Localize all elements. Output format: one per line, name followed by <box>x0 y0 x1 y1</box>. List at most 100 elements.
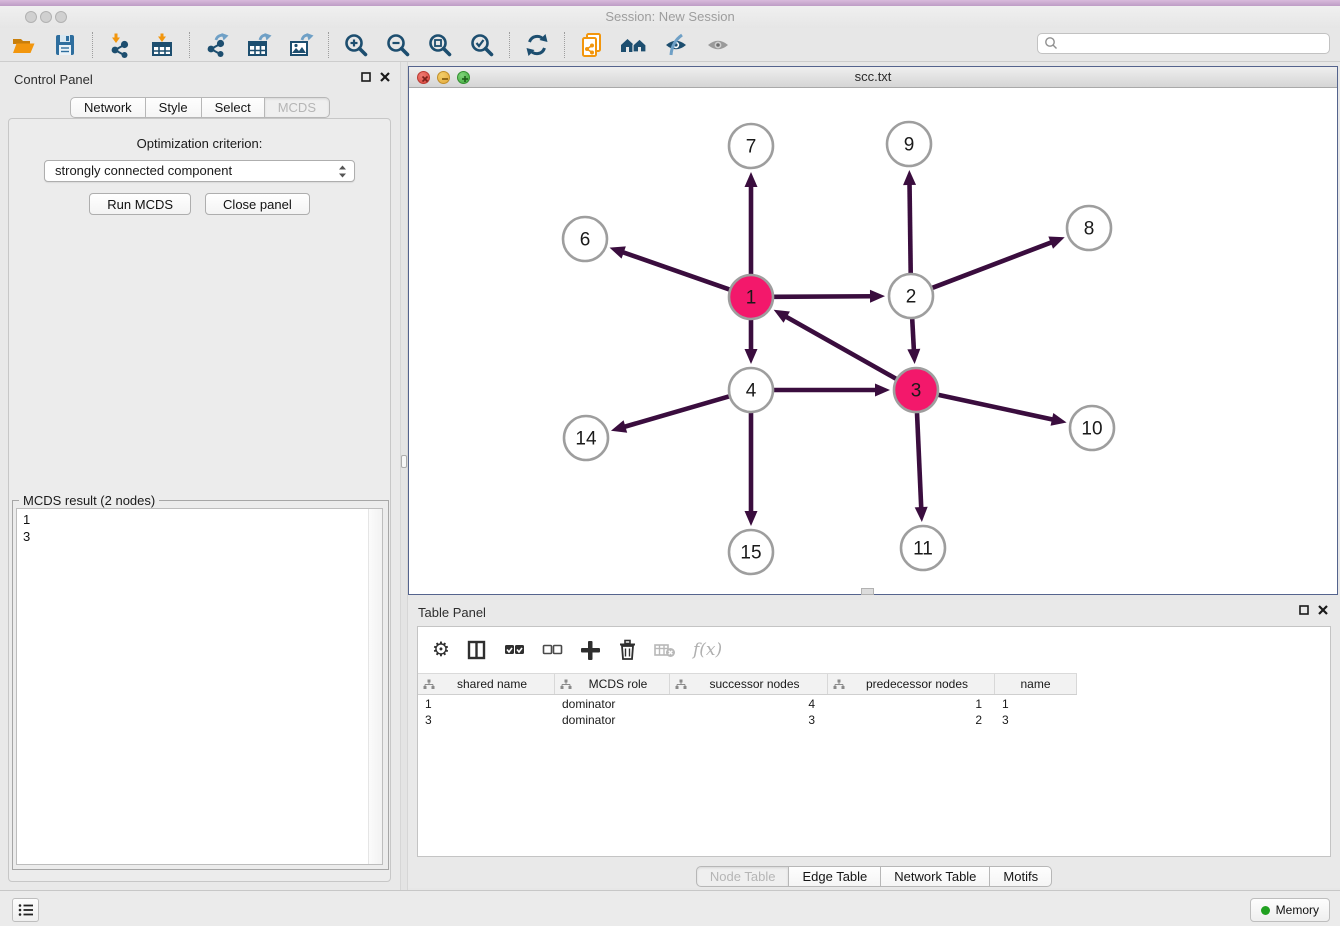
graph-edge-1-4[interactable] <box>745 320 758 364</box>
network-view-window: scc.txt 7 9 6 8 1 2 4 3 14 10 15 11 <box>408 66 1338 595</box>
graph-edge-4-3[interactable] <box>774 384 890 397</box>
table-row[interactable]: 3dominator323 <box>418 712 1330 728</box>
graph-edge-1-2[interactable] <box>774 290 885 303</box>
graph-edge-2-8[interactable] <box>932 237 1064 288</box>
memory-button[interactable]: Memory <box>1250 898 1330 922</box>
graph-edge-2-3[interactable] <box>907 319 920 364</box>
criterion-select[interactable]: strongly connected component <box>44 160 355 182</box>
tab-network[interactable]: Network <box>70 97 146 118</box>
select-all-rows-button[interactable] <box>504 642 525 658</box>
zoom-selected-button[interactable] <box>467 30 497 60</box>
column-header-name[interactable]: name <box>995 674 1077 694</box>
show-all-button[interactable] <box>703 30 733 60</box>
graph-node-8[interactable]: 8 <box>1067 206 1111 250</box>
panel-splitter[interactable] <box>400 62 408 890</box>
minimize-window-button[interactable] <box>40 11 52 23</box>
task-history-button[interactable] <box>12 898 39 922</box>
network-canvas[interactable]: 7 9 6 8 1 2 4 3 14 10 15 11 <box>409 88 1337 594</box>
table-cell: 3 <box>418 712 555 728</box>
graph-node-3[interactable]: 3 <box>894 368 938 412</box>
export-network-button[interactable] <box>202 30 232 60</box>
graph-node-9[interactable]: 9 <box>887 122 931 166</box>
refresh-layout-icon <box>524 32 550 58</box>
svg-text:14: 14 <box>575 429 597 450</box>
graph-node-7[interactable]: 7 <box>729 124 773 168</box>
graph-edge-2-9[interactable] <box>903 170 916 273</box>
network-window-titlebar[interactable]: scc.txt <box>409 67 1337 88</box>
first-neighbors-button[interactable] <box>619 30 649 60</box>
graph-edge-4-15[interactable] <box>745 413 758 526</box>
network-window-title: scc.txt <box>409 67 1337 87</box>
splitter-handle[interactable] <box>401 455 407 468</box>
graph-edge-4-14[interactable] <box>611 396 729 432</box>
node-table-header: shared nameMCDS rolesuccessor nodesprede… <box>418 673 1077 695</box>
graph-edge-3-1[interactable] <box>774 310 896 379</box>
graph-node-15[interactable]: 15 <box>729 530 773 574</box>
table-tab-motifs[interactable]: Motifs <box>990 866 1052 887</box>
hide-selected-button[interactable] <box>661 30 691 60</box>
close-window-button[interactable] <box>25 11 37 23</box>
tab-mcds[interactable]: MCDS <box>265 97 330 118</box>
graph-node-2[interactable]: 2 <box>889 274 933 318</box>
mcds-result-item: 3 <box>17 528 382 545</box>
network-close-button[interactable] <box>417 71 430 84</box>
column-layout-button[interactable] <box>467 640 487 660</box>
graph-edge-1-6[interactable] <box>610 246 730 289</box>
tab-style[interactable]: Style <box>146 97 202 118</box>
table-cell: 1 <box>828 696 995 712</box>
delete-table-button[interactable] <box>654 642 676 658</box>
svg-text:8: 8 <box>1084 219 1095 240</box>
column-header-successor-nodes[interactable]: successor nodes <box>670 674 828 694</box>
import-network-button[interactable] <box>105 30 135 60</box>
graph-node-4[interactable]: 4 <box>729 368 773 412</box>
main-titlebar: Session: New Session <box>0 6 1340 28</box>
table-tab-network-table[interactable]: Network Table <box>881 866 990 887</box>
graph-node-14[interactable]: 14 <box>564 416 608 460</box>
graph-node-10[interactable]: 10 <box>1070 406 1114 450</box>
graph-edge-1-7[interactable] <box>745 172 758 274</box>
save-session-button[interactable] <box>50 30 80 60</box>
graph-node-11[interactable]: 11 <box>901 526 945 570</box>
table-tab-node-table[interactable]: Node Table <box>696 866 790 887</box>
mcds-panel: Optimization criterion: strongly connect… <box>8 118 391 882</box>
float-panel-icon[interactable] <box>1299 605 1309 615</box>
table-row[interactable]: 1dominator411 <box>418 696 1330 712</box>
function-builder-button[interactable]: f(x) <box>693 640 722 660</box>
graph-node-1[interactable]: 1 <box>729 275 773 319</box>
column-header-mcds-role[interactable]: MCDS role <box>555 674 670 694</box>
table-settings-button[interactable]: ⚙ <box>432 640 450 660</box>
search-input[interactable] <box>1037 33 1330 54</box>
zoom-out-button[interactable] <box>383 30 413 60</box>
run-mcds-button[interactable]: Run MCDS <box>89 193 191 215</box>
export-image-button[interactable] <box>286 30 316 60</box>
column-header-predecessor-nodes[interactable]: predecessor nodes <box>828 674 995 694</box>
table-cell: dominator <box>555 696 670 712</box>
zoom-in-button[interactable] <box>341 30 371 60</box>
network-resize-grip[interactable] <box>861 588 874 595</box>
zoom-fit-button[interactable] <box>425 30 455 60</box>
export-table-button[interactable] <box>244 30 274 60</box>
clone-network-button[interactable] <box>577 30 607 60</box>
control-panel-title: Control Panel <box>14 72 93 87</box>
tab-select[interactable]: Select <box>202 97 265 118</box>
graph-edge-3-11[interactable] <box>915 413 928 522</box>
open-session-button[interactable] <box>8 30 38 60</box>
network-minimize-button[interactable] <box>437 71 450 84</box>
close-panel-button[interactable]: Close panel <box>205 193 310 215</box>
network-maximize-button[interactable] <box>457 71 470 84</box>
table-tab-edge-table[interactable]: Edge Table <box>789 866 881 887</box>
deselect-all-rows-button[interactable] <box>542 642 563 658</box>
apply-preferred-layout-button[interactable] <box>522 30 552 60</box>
delete-columns-button[interactable] <box>617 639 637 660</box>
close-panel-icon[interactable] <box>1318 605 1328 615</box>
zoom-window-button[interactable] <box>55 11 67 23</box>
column-header-shared-name[interactable]: shared name <box>418 674 555 694</box>
float-panel-icon[interactable] <box>361 72 371 82</box>
graph-node-6[interactable]: 6 <box>563 217 607 261</box>
import-table-button[interactable] <box>147 30 177 60</box>
add-column-button[interactable] <box>580 640 600 660</box>
close-panel-icon[interactable] <box>380 72 390 82</box>
optimization-criterion-label: Optimization criterion: <box>9 136 390 151</box>
result-scrollbar[interactable] <box>368 509 382 864</box>
graph-edge-3-10[interactable] <box>938 395 1066 426</box>
